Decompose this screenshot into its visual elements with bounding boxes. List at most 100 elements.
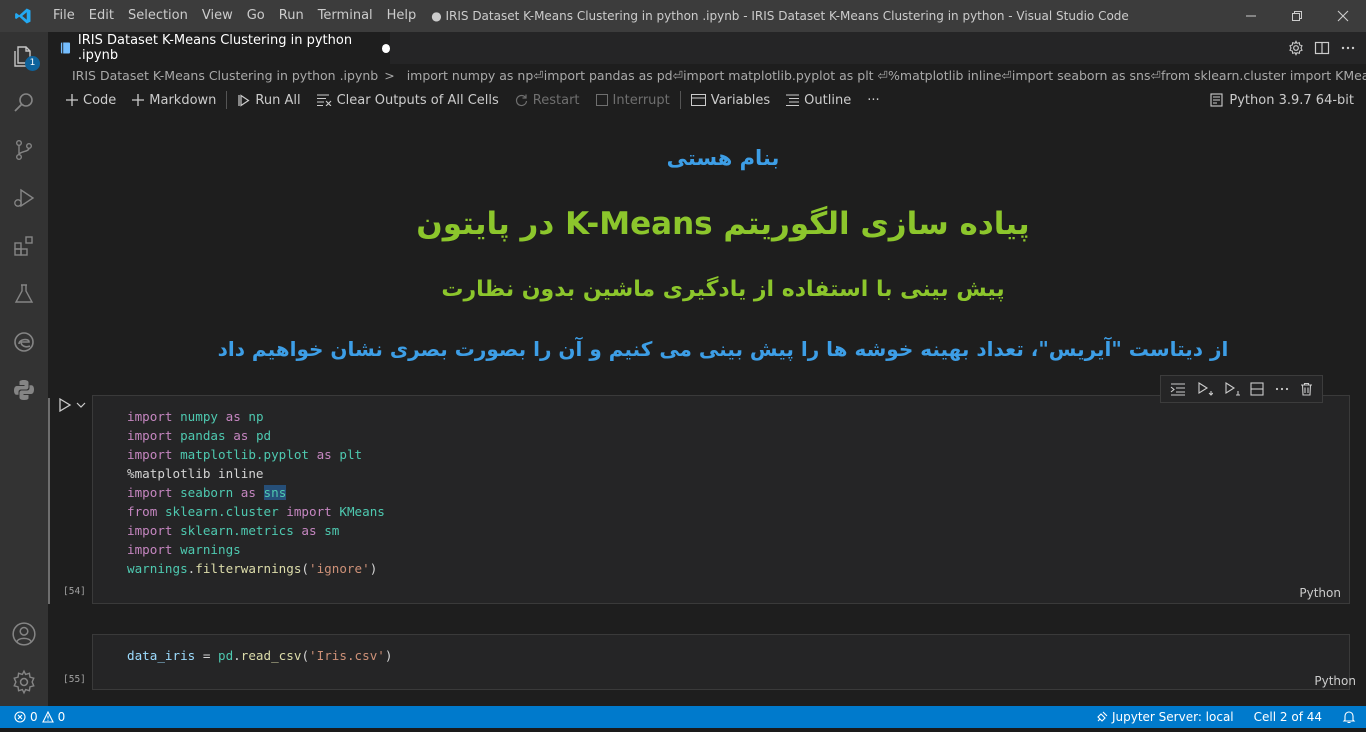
python-icon xyxy=(14,380,34,400)
breadcrumb-separator: > xyxy=(384,67,395,83)
kernel-icon xyxy=(1210,93,1223,107)
add-code-cell-button[interactable]: Code xyxy=(58,86,124,114)
restart-label: Restart xyxy=(532,92,580,108)
explorer-badge: 1 xyxy=(25,56,40,71)
notebook-toolbar: Code Markdown Run All Clear Outputs of A… xyxy=(48,86,1366,114)
execution-count: [54] xyxy=(63,586,86,597)
window-title: ● IRIS Dataset K-Means Clustering in pyt… xyxy=(431,9,1129,23)
run-all-label: Run All xyxy=(255,92,301,108)
editor-actions xyxy=(1288,32,1356,64)
cell-language[interactable]: Python xyxy=(1314,674,1356,688)
markdown-heading-1: بنام هستی xyxy=(666,146,780,170)
manage-button[interactable] xyxy=(0,658,48,706)
add-code-label: Code xyxy=(83,92,117,108)
editor-area: IRIS Dataset K-Means Clustering in pytho… xyxy=(48,32,1366,706)
menu-terminal[interactable]: Terminal xyxy=(311,0,380,32)
error-icon xyxy=(14,711,26,723)
cell-position-label: Cell 2 of 44 xyxy=(1253,710,1322,724)
menu-view[interactable]: View xyxy=(195,0,240,32)
python-button[interactable] xyxy=(0,366,48,414)
testing-button[interactable] xyxy=(0,270,48,318)
close-icon xyxy=(1337,10,1349,22)
add-markdown-cell-button[interactable]: Markdown xyxy=(124,86,224,114)
code-editor[interactable]: import numpy as np import pandas as pd i… xyxy=(127,407,385,578)
jupyter-server-status[interactable]: Jupyter Server: local xyxy=(1086,710,1244,724)
split-editor-icon[interactable] xyxy=(1314,40,1330,56)
toolbar-divider xyxy=(679,91,681,109)
edge-devtools-button[interactable] xyxy=(0,318,48,366)
problems-indicator[interactable]: 0 0 xyxy=(0,710,65,724)
search-button[interactable] xyxy=(0,78,48,126)
explorer-button[interactable]: 1 xyxy=(0,32,48,80)
menu-edit[interactable]: Edit xyxy=(82,0,121,32)
interrupt-button[interactable]: Interrupt xyxy=(588,86,678,114)
restart-icon xyxy=(515,94,527,106)
title-bar: File Edit Selection View Go Run Terminal… xyxy=(0,0,1366,32)
source-control-icon xyxy=(15,140,32,161)
menu-go[interactable]: Go xyxy=(240,0,272,32)
run-debug-button[interactable] xyxy=(0,174,48,222)
close-button[interactable] xyxy=(1320,0,1366,32)
breadcrumb-file[interactable]: IRIS Dataset K-Means Clustering in pytho… xyxy=(72,68,378,83)
variables-icon xyxy=(690,94,706,106)
minimize-button[interactable] xyxy=(1228,0,1274,32)
source-control-button[interactable] xyxy=(0,126,48,174)
interrupt-label: Interrupt xyxy=(612,92,670,108)
notebook-icon xyxy=(60,42,71,54)
settings-gear-icon[interactable] xyxy=(1288,40,1304,56)
run-below-icon[interactable] xyxy=(1197,382,1213,396)
vscode-logo-icon xyxy=(0,0,46,32)
run-and-next-icon[interactable] xyxy=(1224,382,1240,396)
more-cell-actions-icon[interactable] xyxy=(1275,382,1289,396)
breadcrumb-symbol[interactable]: import numpy as np⏎import pandas as pd⏎i… xyxy=(407,68,1366,83)
outline-icon xyxy=(786,94,800,106)
clear-outputs-button[interactable]: Clear Outputs of All Cells xyxy=(309,86,507,114)
run-options-chevron-down-icon[interactable] xyxy=(76,400,86,410)
clear-outputs-label: Clear Outputs of All Cells xyxy=(336,92,499,108)
plus-icon xyxy=(66,94,78,106)
code-cell-1[interactable]: import numpy as np import pandas as pd i… xyxy=(63,395,1350,604)
code-editor[interactable]: data_iris = pd.read_csv('Iris.csv') xyxy=(127,646,392,665)
menu-file[interactable]: File xyxy=(46,0,82,32)
run-cell-play-icon[interactable] xyxy=(58,398,72,412)
kernel-picker[interactable]: Python 3.9.7 64-bit xyxy=(1210,86,1354,114)
warning-icon xyxy=(41,711,54,723)
menu-run[interactable]: Run xyxy=(272,0,311,32)
code-cell-2[interactable]: data_iris = pd.read_csv('Iris.csv') xyxy=(92,634,1350,690)
flask-icon xyxy=(14,284,34,303)
gear-icon xyxy=(13,669,35,695)
plus-icon xyxy=(132,94,145,106)
accounts-button[interactable] xyxy=(0,610,48,658)
restore-icon xyxy=(1292,11,1302,21)
more-actions-icon[interactable] xyxy=(1340,40,1356,56)
bottom-edge xyxy=(0,728,1366,732)
search-icon xyxy=(14,93,33,112)
tab-notebook[interactable]: IRIS Dataset K-Means Clustering in pytho… xyxy=(48,32,390,64)
plug-icon xyxy=(1097,711,1108,722)
menu-selection[interactable]: Selection xyxy=(121,0,195,32)
delete-cell-trash-icon[interactable] xyxy=(1300,382,1313,396)
bell-icon xyxy=(1342,711,1356,724)
unsaved-dot-icon[interactable] xyxy=(381,43,390,53)
extensions-button[interactable] xyxy=(0,222,48,270)
outline-button[interactable]: Outline xyxy=(778,86,859,114)
notifications-button[interactable] xyxy=(1332,710,1366,724)
clear-all-icon xyxy=(316,94,331,106)
restart-button[interactable]: Restart xyxy=(507,86,588,114)
cell-language[interactable]: Python xyxy=(1299,586,1341,600)
variables-button[interactable]: Variables xyxy=(683,86,778,114)
run-debug-icon xyxy=(14,188,35,208)
markdown-heading-3: پیش بینی با استفاده از یادگیری ماشین بدو… xyxy=(441,277,1005,302)
more-toolbar-button[interactable]: ··· xyxy=(859,86,887,114)
split-cell-icon[interactable] xyxy=(1250,382,1264,396)
toolbar-divider xyxy=(226,91,228,109)
tab-bar: IRIS Dataset K-Means Clustering in pytho… xyxy=(48,32,1366,64)
extensions-icon xyxy=(14,236,33,256)
restore-button[interactable] xyxy=(1274,0,1320,32)
cell-position-status[interactable]: Cell 2 of 44 xyxy=(1244,710,1332,724)
variables-label: Variables xyxy=(710,92,771,108)
execute-above-icon[interactable] xyxy=(1170,382,1186,396)
stop-icon xyxy=(595,94,608,106)
more-toolbar-label: ··· xyxy=(867,92,880,108)
run-all-button[interactable]: Run All xyxy=(229,86,308,114)
